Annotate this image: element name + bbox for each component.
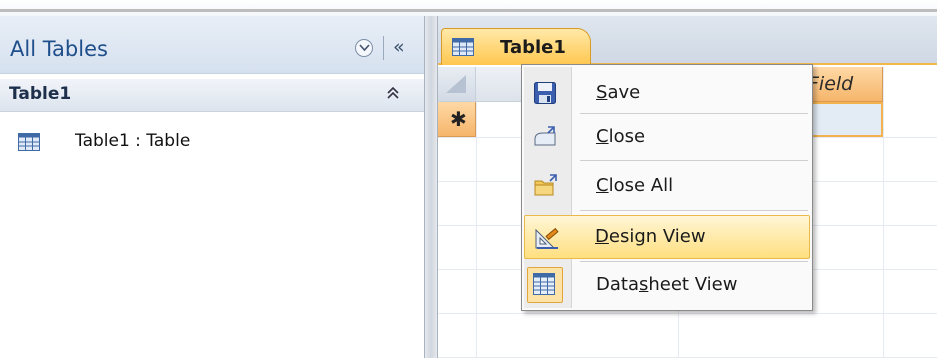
navigation-pane: All Tables « Table1 Table1 : Table [0,16,424,358]
menu-item-label: Close All [596,175,674,196]
table-icon [452,38,474,60]
datasheet-view-icon [533,273,555,299]
menu-item-close[interactable]: Close [524,115,810,159]
menu-item-label: Datasheet View [596,274,738,295]
menu-separator [580,210,808,211]
nav-header[interactable]: All Tables « [0,16,424,74]
select-all-button[interactable] [438,67,476,102]
nav-item-label: Table1 : Table [75,131,191,151]
nav-header-separator [383,36,384,60]
menu-item-datasheet-view[interactable]: Datasheet View [524,263,810,307]
menu-separator [580,160,808,161]
tab-table1[interactable]: Table1 [441,28,591,65]
double-chevron-up-icon[interactable] [386,85,400,105]
top-divider [0,9,937,12]
new-record-selector[interactable]: ✱ [438,102,476,137]
top-strip [0,0,937,16]
menu-item-close-all[interactable]: Close All [524,164,810,208]
group-header[interactable]: Table1 [0,79,424,112]
document-tab-bar: Table1 [438,16,937,65]
menu-separator [580,261,808,262]
column-header-label: Field [808,73,854,95]
tab-label: Table1 [500,37,566,58]
tab-context-menu: Save Close Close All Design View Datashe… [521,64,813,311]
menu-item-save[interactable]: Save [524,71,810,115]
menu-item-label: Close [596,126,646,147]
close-all-icon [533,174,559,202]
menu-separator [580,113,808,114]
table-icon [18,133,40,155]
menu-item-label: Design View [595,226,706,247]
pane-splitter[interactable] [424,16,438,358]
menu-item-label: Save [596,82,641,103]
asterisk-icon: ✱ [450,107,467,131]
nav-title[interactable]: All Tables [10,37,108,61]
menu-item-design-view[interactable]: Design View [524,215,810,259]
close-icon [533,125,559,153]
chevron-down-circle-icon[interactable] [355,39,373,57]
design-view-icon [534,226,560,254]
nav-item-table1[interactable]: Table1 : Table [18,130,318,154]
double-chevron-left-icon[interactable]: « [393,36,405,58]
save-icon [533,81,557,109]
group-title: Table1 [9,84,72,104]
